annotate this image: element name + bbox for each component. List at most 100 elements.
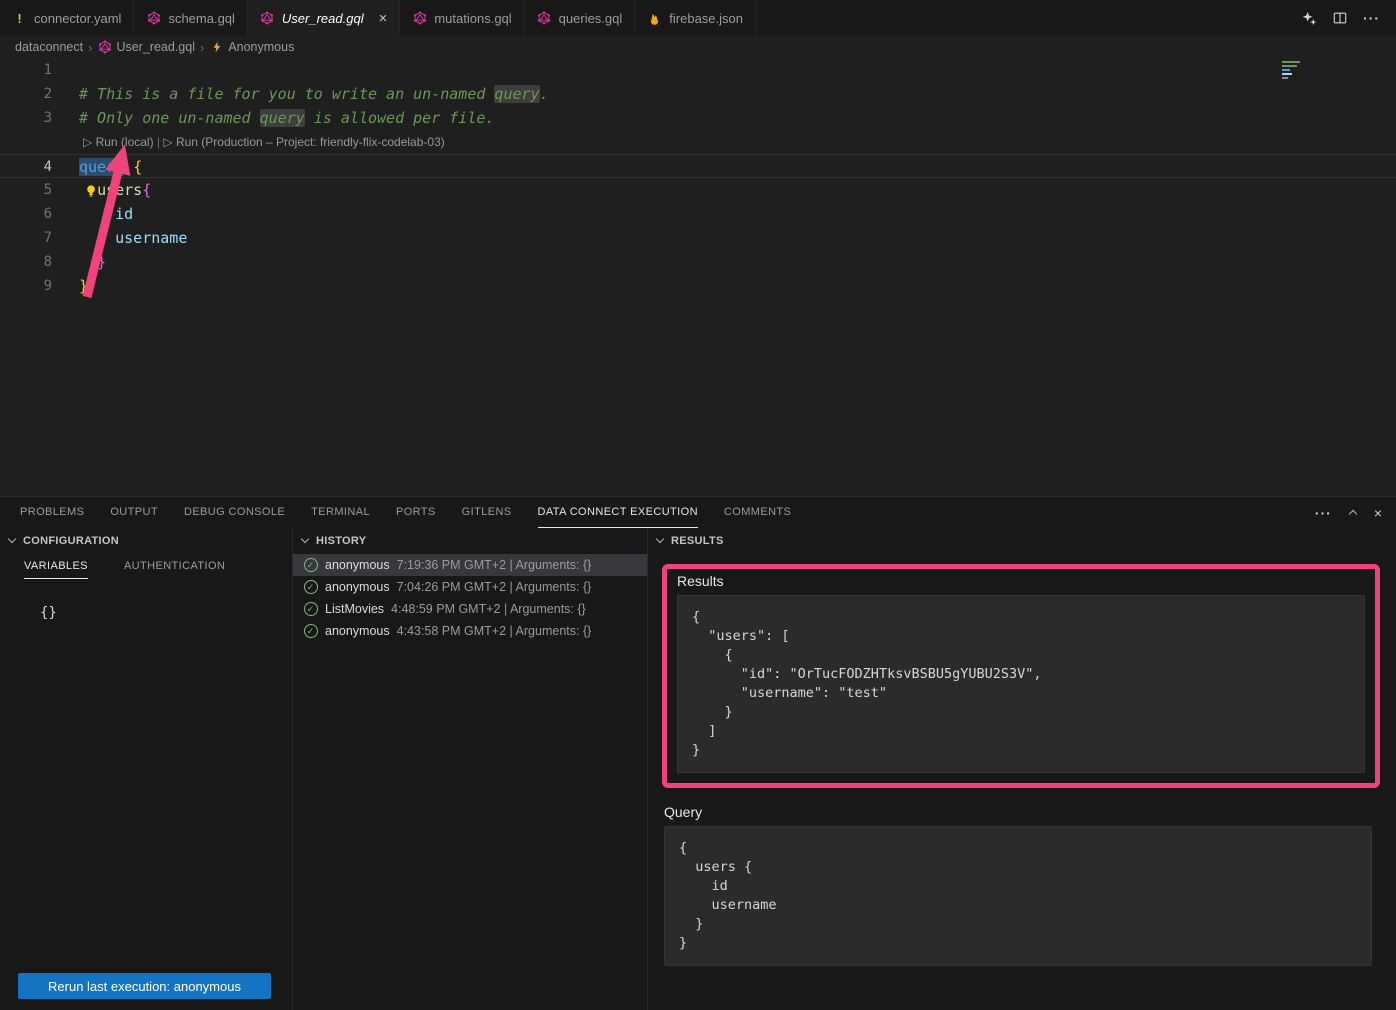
configuration-title: CONFIGURATION (23, 535, 119, 547)
chevron-down-icon (656, 535, 664, 543)
panel-tab-comments[interactable]: COMMENTS (724, 497, 791, 528)
chevron-down-icon (8, 535, 16, 543)
graphql-icon (146, 11, 161, 26)
more-actions-icon[interactable]: ··· (1315, 505, 1332, 521)
minimap-mark (1282, 65, 1297, 67)
panel-tab-ports[interactable]: PORTS (396, 497, 436, 528)
config-tab-variables[interactable]: VARIABLES (24, 560, 88, 579)
configuration-header[interactable]: CONFIGURATION (0, 528, 292, 554)
code-editor[interactable]: 12# This is a file for you to write an u… (0, 58, 1396, 496)
split-editor-icon[interactable] (1333, 11, 1347, 25)
minimap[interactable] (1282, 61, 1302, 81)
code-text: # This is a file for you to write an un-… (79, 82, 549, 106)
panel-tabs: PROBLEMS OUTPUT DEBUG CONSOLE TERMINAL PORTS… (20, 497, 817, 528)
codelens-run-production[interactable]: ▷ Run (Production – Project: friendly-fl… (163, 135, 444, 149)
breadcrumb-label: User_read.gql (116, 40, 195, 54)
panel-tab-terminal[interactable]: TERMINAL (311, 497, 370, 528)
tab-label: User_read.gql (282, 11, 364, 26)
tab-connector.yaml[interactable]: !connector.yaml (0, 0, 134, 36)
history-item[interactable]: ✓ListMovies4:48:59 PM GMT+2 | Arguments:… (293, 598, 647, 620)
annotation-highlight-results: Results{ "users": [ { "id": "OrTucFODZHT… (662, 564, 1380, 788)
code-text: } (79, 250, 106, 274)
tab-firebase.json[interactable]: firebase.json (635, 0, 756, 36)
code-text: # Only one un-named query is allowed per… (79, 106, 494, 130)
code-text: } (79, 274, 88, 298)
symbol-event-icon (209, 40, 224, 55)
code-text: username (79, 226, 187, 250)
line-number: 1 (0, 58, 79, 82)
history-item[interactable]: ✓anonymous7:19:36 PM GMT+2 | Arguments: … (293, 554, 647, 576)
history-header[interactable]: HISTORY (293, 528, 647, 554)
breadcrumb-separator: › (88, 40, 92, 55)
graphql-icon (412, 11, 427, 26)
panel-tab-output[interactable]: OUTPUT (110, 497, 158, 528)
tab-queries.gql[interactable]: queries.gql (525, 0, 636, 36)
line-number: 4 (0, 155, 79, 177)
line-number: 9 (0, 274, 79, 298)
history-item-name: anonymous (325, 558, 390, 572)
history-item-name: anonymous (325, 580, 390, 594)
panel-window-actions: ··· × (1315, 505, 1382, 521)
tab-label: mutations.gql (434, 11, 511, 26)
close-panel-icon[interactable]: × (1374, 505, 1382, 521)
code-line-2: 2# This is a file for you to write an un… (0, 82, 1396, 106)
codelens-run-local[interactable]: ▷ Run (local) (83, 135, 154, 149)
maximize-panel-icon[interactable] (1350, 510, 1356, 516)
history-item-name: ListMovies (325, 602, 384, 616)
breadcrumb-item-Anonymous[interactable]: Anonymous (209, 40, 294, 55)
close-icon[interactable]: × (379, 11, 388, 26)
breadcrumb-separator: › (200, 40, 204, 55)
line-number: 8 (0, 250, 79, 274)
rerun-last-execution-button[interactable]: Rerun last execution: anonymous (18, 973, 271, 999)
pass-icon: ✓ (303, 624, 318, 639)
minimap-mark (1282, 61, 1300, 63)
editor-tabs: !connector.yamlschema.gql User_read.gql × m… (0, 0, 756, 36)
editor-tab-bar: !connector.yamlschema.gql User_read.gql × m… (0, 0, 1396, 36)
tab-User_read.gql[interactable]: User_read.gql × (248, 0, 400, 36)
line-number (0, 130, 79, 154)
history-item-detail: 4:48:59 PM GMT+2 | Arguments: {} (391, 602, 586, 616)
line-number: 2 (0, 82, 79, 106)
breadcrumb-item-User_read.gql[interactable]: User_read.gql (97, 40, 195, 55)
history-item[interactable]: ✓ anonymous 7:04:26 PM GMT+2 | Arguments: … (293, 576, 647, 598)
results-column: RESULTS Results{ "users": [ { "id": "OrT… (648, 528, 1396, 1010)
results-title: RESULTS (671, 535, 724, 547)
section-label: Query (664, 804, 1372, 820)
history-column: HISTORY ✓anonymous7:19:36 PM GMT+2 | Arg… (293, 528, 648, 1010)
panel-tab-problems[interactable]: PROBLEMS (20, 497, 84, 528)
tab-schema.gql[interactable]: schema.gql (134, 0, 247, 36)
pass-icon: ✓ (303, 558, 318, 573)
more-actions-icon[interactable]: ··· (1363, 10, 1380, 26)
panel-tab-data-connect-execution[interactable]: DATA CONNECT EXECUTION (538, 497, 698, 528)
editor-lines: 12# This is a file for you to write an u… (0, 58, 1396, 298)
codelens-row: ▷ Run (local) | ▷ Run (Production – Proj… (0, 130, 1396, 154)
panel-tab-debug-console[interactable]: DEBUG CONSOLE (184, 497, 285, 528)
history-title: HISTORY (316, 535, 366, 547)
line-number: 6 (0, 202, 79, 226)
lightbulb-icon[interactable] (84, 182, 98, 198)
pass-icon: ✓ (303, 580, 318, 595)
section-label: Arguments (664, 982, 1372, 985)
tab-label: firebase.json (669, 11, 743, 26)
breadcrumb: dataconnect › User_read.gql › Anonymous (0, 36, 1396, 58)
code-line-5: 5 users{ (0, 178, 1396, 202)
variables-content[interactable]: {} (40, 605, 292, 621)
minimap-mark (1282, 77, 1288, 79)
panel-tab-gitlens[interactable]: GITLENS (462, 497, 512, 528)
history-item[interactable]: ✓anonymous4:43:58 PM GMT+2 | Arguments: … (293, 620, 647, 642)
copilot-sparkle-icon[interactable] (1302, 11, 1317, 26)
tab-mutations.gql[interactable]: mutations.gql (400, 0, 524, 36)
code-text: id (79, 202, 133, 226)
line-number: 3 (0, 106, 79, 130)
history-item-detail: 7:04:26 PM GMT+2 | Arguments: {} (397, 580, 592, 594)
code-line-1: 1 (0, 58, 1396, 82)
configuration-tabs: VARIABLES AUTHENTICATION (0, 560, 292, 579)
results-header[interactable]: RESULTS (648, 528, 1396, 554)
history-list: ✓anonymous7:19:36 PM GMT+2 | Arguments: … (293, 554, 647, 642)
chevron-down-icon (301, 535, 309, 543)
section-label: Results (677, 573, 1365, 589)
config-tab-authentication[interactable]: AUTHENTICATION (124, 560, 225, 579)
tab-label: queries.gql (559, 11, 623, 26)
warning-icon: ! (12, 11, 27, 26)
breadcrumb-item-dataconnect[interactable]: dataconnect (15, 40, 83, 54)
